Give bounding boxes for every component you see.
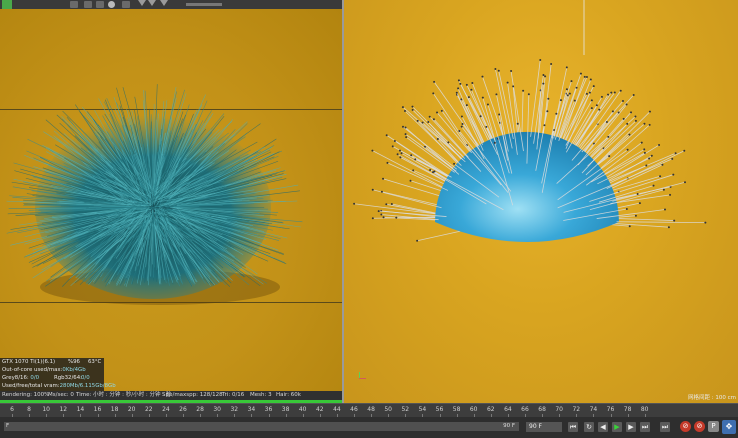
timeline-tick-label: 40: [298, 406, 307, 413]
timeline-ruler[interactable]: 6 8 10 12 14 16 18 20 22 24 26 28 30 32 34 36 38 40 42 44 46…: [0, 403, 738, 417]
gpu-usage: %96: [68, 359, 80, 365]
frame-start-label: F: [6, 423, 10, 429]
prev-frame-icon[interactable]: ◀: [598, 422, 608, 432]
fur-ball-render: [6, 84, 303, 305]
gpu-temp: 63°C: [88, 359, 102, 365]
key-icon[interactable]: P: [708, 421, 719, 432]
render-stats-panel: GTX 1070 Ti(1)(6.1) %96 63°C Out-of-core…: [0, 358, 116, 391]
grey-label: Grey8/16:: [2, 375, 29, 381]
timeline-tick-label: 60: [469, 406, 478, 413]
axis-gizmo: [358, 372, 366, 380]
play-icon[interactable]: [2, 0, 12, 9]
region-icon[interactable]: [96, 1, 104, 8]
timeline-tick-label: 16: [93, 406, 102, 413]
timeline-tick-label: 22: [144, 406, 153, 413]
out-of-core-value: 0Kb/4Gb: [62, 367, 86, 373]
top-toolbar: [0, 0, 342, 9]
timeline-tick-label: 42: [315, 406, 324, 413]
timeline-tick-label: 80: [640, 406, 649, 413]
view-icon[interactable]: [84, 1, 92, 8]
timeline-tick-label: 8: [27, 406, 32, 413]
timeline-tick-label: 34: [247, 406, 256, 413]
frame-range-slider[interactable]: F 90 F: [4, 422, 519, 431]
hemisphere-guides: [353, 0, 707, 242]
render-status-bar: Rendering: 100% Ms/sec: 0 Time: 小时 : 分钟 …: [0, 391, 342, 400]
down-arrow-icon[interactable]: [138, 0, 146, 6]
goto-end-icon[interactable]: ⏭: [640, 422, 650, 432]
timeline-tick-label: 12: [59, 406, 68, 413]
down-arrow-icon[interactable]: [160, 0, 168, 6]
timeline-tick-label: 52: [401, 406, 410, 413]
timeline-tick-label: 64: [504, 406, 512, 413]
gpu-name: GTX 1070 Ti(1)(6.1): [2, 359, 56, 365]
timeline-tick-label: 46: [350, 406, 358, 413]
timeline-tick-label: 72: [572, 406, 581, 413]
timeline-tick-label: 74: [589, 406, 598, 413]
mesh-count: Mesh: 3: [250, 392, 272, 398]
hair-count: Hair: 60k: [276, 392, 301, 398]
timeline-tick-label: 6: [10, 406, 14, 413]
move-tool-icon[interactable]: ✥: [722, 420, 736, 434]
no-record-icon[interactable]: ⊘: [680, 421, 691, 432]
samples-per-pixel: Spp/maxspp: 128/128: [162, 392, 223, 398]
timeline-tick-label: 58: [452, 406, 461, 413]
transport-bar: F 90 F 90 F ⏮ ↻ ◀ ▶ ▶ ⏭ ⏭ ⊘ ⊘ P ✥: [0, 417, 738, 438]
timeline-tick-label: 18: [110, 406, 119, 413]
render-time: Time: 小时 : 分钟 : 秒/小时 : 分钟 : 秒: [76, 392, 172, 398]
timeline-tick-label: 30: [213, 406, 222, 413]
grey-value: 0/0: [30, 375, 40, 381]
timeline-tick-label: 50: [384, 406, 393, 413]
editor-viewport[interactable]: [344, 0, 738, 403]
goto-start-icon[interactable]: ⏮: [568, 422, 578, 432]
triangle-count: Tri: 0/16: [222, 392, 245, 398]
timeline-tick-label: 14: [76, 406, 85, 413]
timeline-tick-label: 76: [606, 406, 615, 413]
loop-icon[interactable]: ↻: [584, 422, 594, 432]
timeline-tick-label: 38: [281, 406, 290, 413]
timeline-tick-label: 10: [42, 406, 51, 413]
timeline-tick-label: 56: [435, 406, 444, 413]
rgb-value: 0/0: [81, 375, 90, 381]
out-of-core-label: Out-of-core used/max:: [2, 367, 63, 373]
render-icon[interactable]: [70, 1, 78, 8]
play-forward-icon[interactable]: ▶: [612, 422, 622, 432]
sphere-icon[interactable]: [108, 1, 115, 8]
next-frame-icon[interactable]: ▶: [626, 422, 636, 432]
grid-spacing-label: 网格间距 : 100 cm: [688, 395, 736, 401]
timeline-tick-label: 44: [333, 406, 341, 413]
timeline-tick-label: 24: [162, 406, 170, 413]
timeline-tick-label: 54: [418, 406, 427, 413]
end-frame-field[interactable]: 90 F: [526, 422, 562, 432]
vram-label: Used/free/total vram:: [2, 383, 60, 389]
timeline-tick-label: 70: [555, 406, 564, 413]
timeline-tick-label: 28: [196, 406, 204, 413]
rgb-label: Rgb32/64:: [54, 375, 82, 381]
timeline-tick-label: 68: [538, 406, 546, 413]
down-arrow-icon[interactable]: [148, 0, 156, 6]
ms-per-sec: Ms/sec: 0: [48, 392, 74, 398]
record-icon[interactable]: ⊘: [694, 421, 705, 432]
current-frame: 90 F: [503, 423, 515, 429]
timeline-tick-label: 26: [179, 406, 187, 413]
timeline-tick-label: 32: [230, 406, 239, 413]
timeline-tick-label: 48: [367, 406, 375, 413]
zoom-slider[interactable]: [186, 3, 222, 6]
timeline-tick-label: 66: [521, 406, 529, 413]
lock-icon[interactable]: [122, 1, 130, 8]
last-keyframe-icon[interactable]: ⏭: [660, 422, 670, 432]
timeline-tick-label: 36: [264, 406, 273, 413]
timeline-tick-label: 62: [486, 406, 495, 413]
timeline-tick-label: 78: [623, 406, 632, 413]
render-viewport[interactable]: [0, 9, 342, 400]
rendering-progress: Rendering: 100%: [2, 392, 50, 398]
timeline-tick-label: 20: [127, 406, 136, 413]
vram-value: 280Mb/6.115Gb/8Gb: [59, 383, 116, 389]
